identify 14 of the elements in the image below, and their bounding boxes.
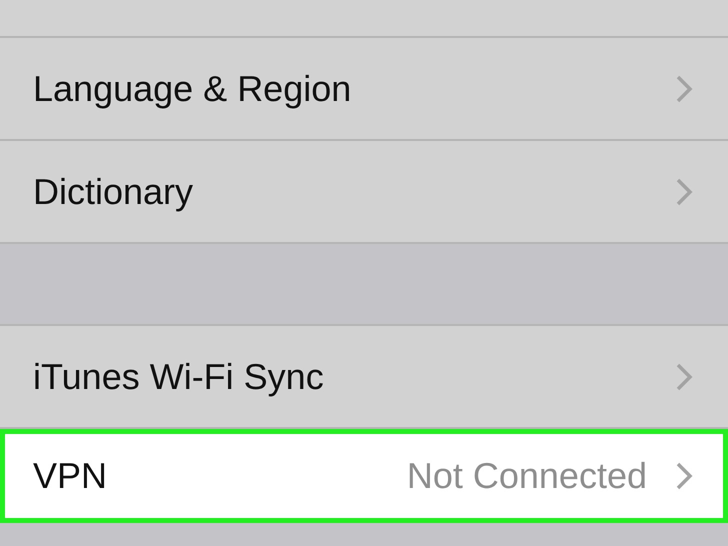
- settings-row[interactable]: [0, 0, 728, 38]
- settings-row[interactable]: iTunes Wi-Fi Sync: [0, 326, 728, 429]
- row-label: VPN: [33, 454, 108, 498]
- chevron-icon: [675, 176, 693, 206]
- row-label: iTunes Wi-Fi Sync: [33, 354, 325, 398]
- chevron-icon: [675, 461, 693, 491]
- chevron-icon: [675, 74, 693, 104]
- settings-row[interactable]: Language & Region: [0, 38, 728, 141]
- settings-row[interactable]: VPN Not Connected: [0, 429, 728, 523]
- row-value: Not Connected: [406, 454, 647, 498]
- row-label: Dictionary: [33, 170, 194, 214]
- row-label: Language & Region: [33, 66, 352, 110]
- settings-row[interactable]: Dictionary: [0, 141, 728, 244]
- chevron-icon: [675, 362, 693, 392]
